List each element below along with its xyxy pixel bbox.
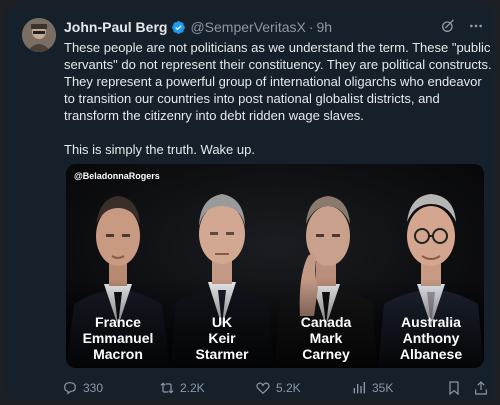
- verified-badge-icon: [171, 20, 186, 35]
- separator-dot: ·: [308, 19, 314, 35]
- author-handle[interactable]: @SemperVeritasX: [190, 19, 305, 35]
- leader-caption-france: France Emmanuel Macron: [66, 314, 170, 362]
- leader-country: UK: [211, 314, 233, 330]
- leader-first-name: Keir: [208, 330, 236, 346]
- leader-country: France: [95, 314, 141, 330]
- leader-first-name: Anthony: [402, 330, 460, 346]
- leader-country: Australia: [401, 314, 461, 330]
- views-count: 35K: [372, 381, 394, 395]
- leader-last-name: Albanese: [399, 346, 463, 362]
- tweet-text: These people are not politicians as we u…: [64, 39, 494, 158]
- post-time[interactable]: 9h: [317, 19, 333, 35]
- repost-icon: [159, 380, 175, 396]
- like-count: 5.2K: [276, 381, 301, 395]
- leader-country: Canada: [300, 314, 352, 330]
- leader-caption-canada: Canada Mark Carney: [274, 314, 378, 362]
- views-button[interactable]: 35K: [351, 380, 393, 396]
- share-icon: [473, 380, 489, 396]
- tweet-paragraph: This is simply the truth. Wake up.: [64, 142, 255, 157]
- leader-last-name: Carney: [302, 346, 350, 362]
- avatar[interactable]: [22, 18, 56, 52]
- like-icon: [255, 380, 271, 396]
- grok-icon[interactable]: [440, 18, 456, 34]
- tweet-actions: 330 2.2K 5.2K 35K: [62, 378, 487, 398]
- tweet-header: John-Paul Berg @SemperVeritasX · 9h: [64, 18, 484, 36]
- repost-button[interactable]: 2.2K: [159, 380, 205, 396]
- reply-count: 330: [83, 381, 104, 395]
- leader-caption-australia: Australia Anthony Albanese: [378, 314, 484, 362]
- views-icon: [351, 380, 367, 396]
- reply-button[interactable]: 330: [62, 380, 103, 396]
- more-icon[interactable]: [468, 18, 484, 34]
- share-button[interactable]: [473, 380, 489, 396]
- leader-first-name: Mark: [309, 330, 343, 346]
- like-button[interactable]: 5.2K: [255, 380, 301, 396]
- tweet-paragraph: These people are not politicians as we u…: [64, 40, 492, 123]
- tweet[interactable]: John-Paul Berg @SemperVeritasX · 9h Thes…: [6, 6, 494, 399]
- header-actions: [440, 18, 484, 34]
- leader-caption-uk: UK Keir Starmer: [170, 314, 274, 362]
- image-watermark: @BeladonnaRogers: [74, 171, 160, 181]
- reply-icon: [62, 380, 78, 396]
- leader-first-name: Emmanuel: [82, 330, 154, 346]
- bookmark-button[interactable]: [446, 380, 462, 396]
- tweet-image[interactable]: @BeladonnaRogers France Emmanuel Macron …: [66, 164, 484, 368]
- bookmark-icon: [446, 380, 462, 396]
- leader-last-name: Macron: [93, 346, 143, 362]
- leader-last-name: Starmer: [195, 346, 249, 362]
- author-name[interactable]: John-Paul Berg: [64, 19, 167, 35]
- repost-count: 2.2K: [180, 381, 205, 395]
